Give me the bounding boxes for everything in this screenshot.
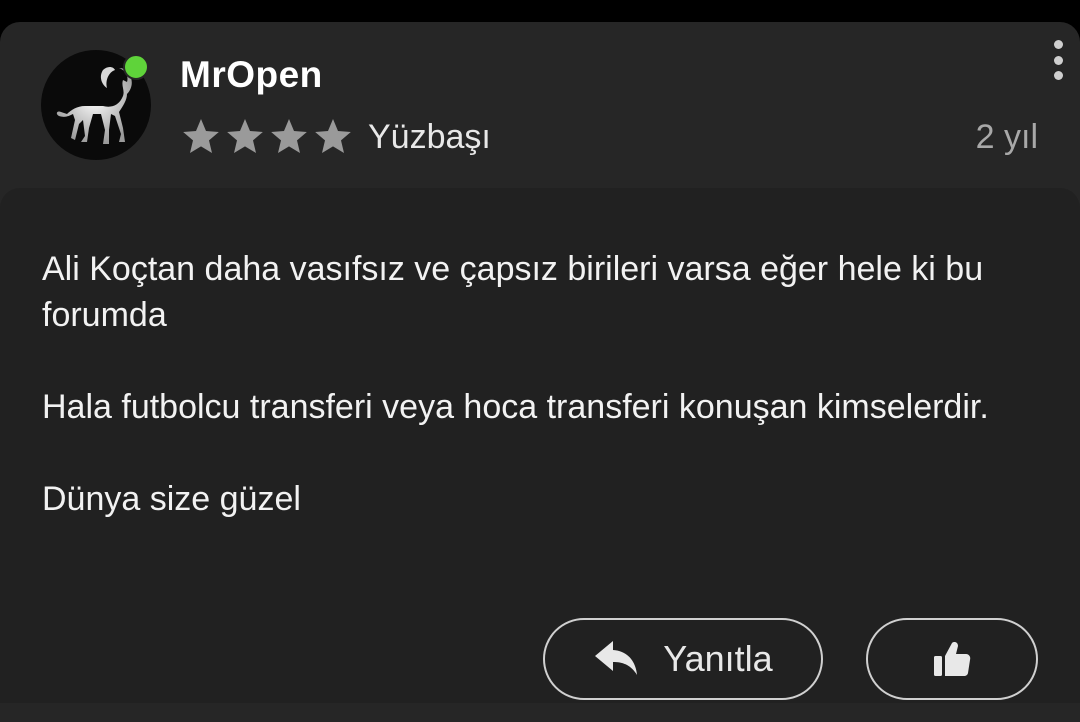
username[interactable]: MrOpen [180, 54, 323, 96]
post-content: Ali Koçtan daha vasıfsız ve çapsız biril… [42, 246, 1032, 568]
post-paragraph: Ali Koçtan daha vasıfsız ve çapsız biril… [42, 250, 984, 334]
star-icon [271, 119, 307, 153]
rank-stars [180, 116, 354, 156]
menu-dot [1053, 55, 1063, 65]
like-button[interactable] [866, 618, 1038, 700]
user-rank: Yüzbaşı [368, 118, 491, 156]
menu-dot [1053, 40, 1063, 49]
reply-button-label: Yanıtla [663, 638, 773, 679]
post-paragraph: Dünya size güzel [42, 480, 301, 518]
reply-arrow-icon [595, 641, 638, 675]
more-options-icon[interactable] [1048, 40, 1068, 80]
menu-dot [1053, 71, 1063, 80]
star-icon [227, 119, 263, 153]
reply-button[interactable]: Yanıtla [543, 618, 823, 700]
post-timestamp: 2 yıl [975, 118, 1038, 156]
online-status-indicator [123, 54, 149, 80]
post-paragraph: Hala futbolcu transferi veya hoca transf… [42, 388, 989, 426]
star-icon [183, 119, 219, 153]
thumbs-up-icon [934, 642, 971, 676]
star-icon [315, 119, 351, 153]
